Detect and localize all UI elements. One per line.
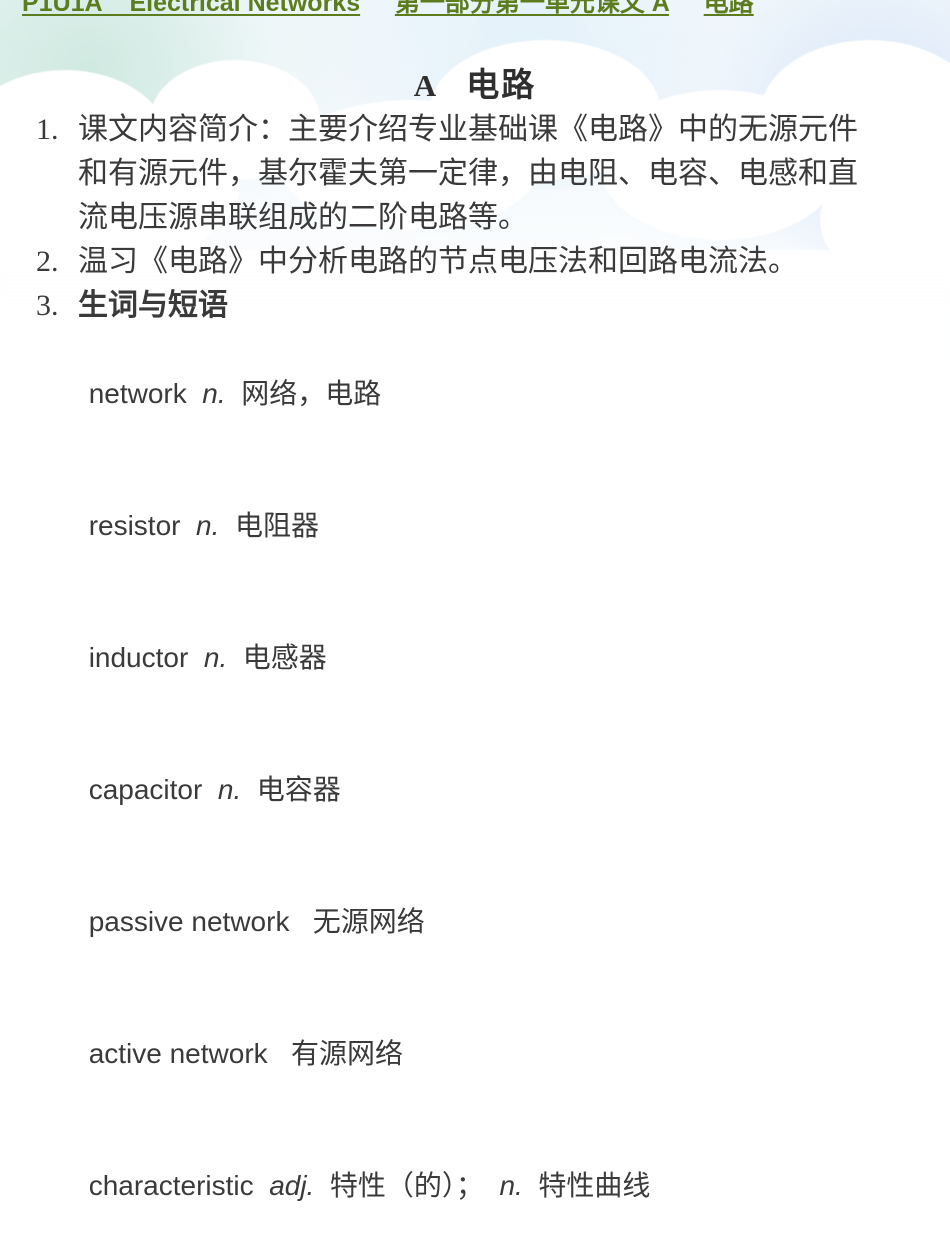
list-item: 1. 课文内容简介：主要介绍专业基础课《电路》中的无源元件 和有源元件，基尔霍夫…: [36, 108, 926, 240]
list-item-body: 课文内容简介：主要介绍专业基础课《电路》中的无源元件 和有源元件，基尔霍夫第一定…: [78, 108, 858, 240]
header-spacer: [360, 0, 395, 17]
vocabulary-gap: [268, 1038, 291, 1069]
vocabulary-term: active network: [88, 1038, 268, 1069]
header-segment-chinese-topic: 电路: [703, 0, 754, 17]
vocabulary-part-of-speech: n.: [203, 642, 228, 673]
vocabulary-entry: network n. 网络，电路: [42, 328, 650, 460]
list-item-body: 生词与短语: [78, 284, 228, 328]
list-item-line: 和有源元件，基尔霍夫第一定律，由电阻、电容、电感和直: [78, 157, 858, 190]
list-item-number: 2.: [36, 245, 59, 278]
vocabulary-gap: [523, 1170, 539, 1201]
vocabulary-gloss: 电阻器: [234, 510, 319, 541]
vocabulary-gap: [187, 378, 203, 409]
vocabulary-entry: passive network 无源网络: [42, 856, 650, 988]
vocabulary-term: network: [88, 378, 187, 409]
list-item-number: 3.: [36, 289, 59, 322]
vocabulary-entry: capacitor n. 电容器: [42, 724, 650, 856]
vocabulary-gap: [188, 642, 204, 673]
list-item-line: 温习《电路》中分析电路的节点电压法和回路电流法。: [78, 245, 798, 278]
header-segment-chinese-unit: 第一部分第一单元课文 A: [394, 0, 669, 17]
vocabulary-term: passive network: [88, 906, 290, 937]
vocabulary-gloss: 电感器: [242, 642, 327, 673]
numbered-list: 1. 课文内容简介：主要介绍专业基础课《电路》中的无源元件 和有源元件，基尔霍夫…: [36, 108, 926, 328]
list-item-line: 生词与短语: [78, 289, 228, 322]
vocabulary-gap: [289, 906, 312, 937]
title-chinese: 电路: [466, 66, 537, 103]
vocabulary-gloss: 电容器: [256, 774, 341, 805]
vocabulary-gap: [227, 642, 243, 673]
page-title: A 电路: [0, 58, 950, 106]
vocabulary-term: capacitor: [88, 774, 203, 805]
vocabulary-gap: [202, 774, 218, 805]
vocabulary-entry: inductor n. 电感器: [42, 592, 650, 724]
vocabulary-term: characteristic: [88, 1170, 254, 1201]
vocabulary-gloss-secondary: 特性曲线: [538, 1170, 651, 1201]
vocabulary-entry: characteristic adj. 特性（的）； n. 特性曲线: [42, 1120, 651, 1252]
vocabulary-entry: resistor n. 电阻器: [42, 460, 650, 592]
vocabulary-term: inductor: [88, 642, 189, 673]
list-item: 2. 温习《电路》中分析电路的节点电压法和回路电流法。: [36, 240, 926, 284]
list-item-line: 课文内容简介：主要介绍专业基础课《电路》中的无源元件: [78, 113, 858, 146]
vocabulary-gloss: 网络，电路: [241, 378, 382, 409]
vocabulary-part-of-speech-secondary: n.: [499, 1170, 523, 1201]
list-item-body: 温习《电路》中分析电路的节点电压法和回路电流法。: [78, 240, 798, 284]
vocabulary-entry: active network 有源网络: [42, 988, 650, 1120]
vocabulary-gap: [254, 1170, 270, 1201]
vocabulary-gloss: 特性（的）；: [329, 1170, 484, 1201]
vocabulary-gloss: 无源网络: [312, 906, 425, 937]
header-segment-english: P1U1A Electrical Networks: [22, 0, 361, 17]
vocabulary-term: resistor: [88, 510, 181, 541]
list-item-number: 1.: [36, 113, 59, 146]
title-letter: A: [413, 68, 437, 103]
vocabulary-gap: [314, 1170, 330, 1201]
list-item-line: 流电压源串联组成的二阶电路等。: [78, 201, 528, 234]
vocabulary-part-of-speech: adj.: [269, 1170, 315, 1201]
vocabulary-gloss: 有源网络: [291, 1038, 404, 1069]
vocabulary-part-of-speech: n.: [202, 378, 226, 409]
vocabulary-gap: [219, 510, 235, 541]
list-item: 3. 生词与短语: [36, 284, 926, 328]
vocabulary-gap: [484, 1170, 500, 1201]
vocabulary-gap: [226, 378, 242, 409]
vocabulary-part-of-speech: n.: [217, 774, 242, 805]
vocabulary-gap: [180, 510, 196, 541]
header-spacer: [669, 0, 704, 17]
vocabulary-gap: [241, 774, 257, 805]
slide-header: P1U1A Electrical Networks 第一部分第一单元课文 A 电…: [0, 0, 950, 20]
vocabulary-list: network n. 网络，电路 resistor n. 电阻器 inducto…: [42, 328, 651, 1252]
vocabulary-part-of-speech: n.: [196, 510, 220, 541]
